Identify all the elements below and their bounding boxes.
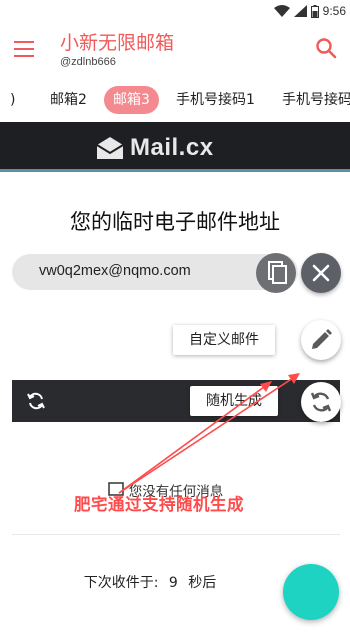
battery-icon: [310, 4, 319, 18]
app-screen: 9:56 小新无限邮箱 @zdlnb666 ) 邮箱2 邮箱3 手机号接码1 手…: [0, 0, 350, 633]
brand-banner: Mail.cx: [0, 122, 350, 172]
next-fetch-label: 下次收件于:: [83, 575, 159, 591]
refresh-inbox-icon[interactable]: [26, 391, 46, 411]
copy-icon: [268, 261, 287, 284]
next-fetch-countdown: 下次收件于: 9 秒后: [0, 572, 300, 592]
next-fetch-seconds: 9: [168, 575, 178, 591]
menu-button[interactable]: [14, 41, 34, 57]
tab-mailbox-2[interactable]: 邮箱2: [50, 86, 87, 114]
menu-icon: [14, 41, 34, 43]
email-heading: 您的临时电子邮件地址: [70, 210, 280, 234]
status-time: 9:56: [322, 4, 346, 18]
close-fab[interactable]: [301, 253, 341, 293]
signal-icon: [293, 5, 307, 17]
main-content: 您的临时电子邮件地址 vw0q2mex@nqmo.com 您没有任何消息 下次收…: [0, 175, 350, 633]
close-icon: [312, 264, 330, 282]
edit-icon: [312, 329, 332, 349]
tab-bar: ) 邮箱2 邮箱3 手机号接码1 手机号接码: [0, 78, 350, 122]
divider: [12, 534, 340, 535]
tab-mailbox-3[interactable]: 邮箱3: [104, 86, 159, 114]
menu-icon-bar: [14, 55, 34, 57]
brand-logo: Mail.cx: [96, 134, 214, 162]
inbox-toolbar: [12, 380, 340, 422]
tab-sms-code-1[interactable]: 手机号接码1: [176, 86, 255, 114]
custom-mail-label[interactable]: 自定义邮件: [173, 325, 275, 355]
copy-button[interactable]: [256, 253, 296, 293]
annotation-text: 肥宅通过支持随机生成: [74, 495, 244, 514]
search-icon[interactable]: [314, 36, 338, 60]
main-fab[interactable]: [283, 564, 339, 620]
brand-name: Mail.cx: [130, 134, 214, 161]
app-bar: 小新无限邮箱 @zdlnb666: [0, 22, 350, 78]
email-address: vw0q2mex@nqmo.com: [39, 263, 191, 279]
wifi-icon: [273, 5, 290, 17]
envelope-icon: [96, 137, 124, 159]
menu-icon-bar: [14, 48, 34, 50]
app-subtitle: @zdlnb666: [60, 56, 116, 68]
random-generate-label[interactable]: 随机生成: [190, 386, 278, 416]
status-bar: 9:56: [0, 0, 350, 22]
refresh-icon: [310, 392, 332, 412]
tab-sms-code-2[interactable]: 手机号接码: [282, 86, 350, 114]
status-icons: 9:56: [273, 0, 346, 22]
tab-previous[interactable]: ): [10, 86, 15, 114]
custom-mail-button[interactable]: [301, 320, 341, 360]
random-generate-button[interactable]: [301, 382, 341, 422]
next-fetch-unit: 秒后: [188, 575, 217, 591]
app-title: 小新无限邮箱: [60, 32, 175, 54]
